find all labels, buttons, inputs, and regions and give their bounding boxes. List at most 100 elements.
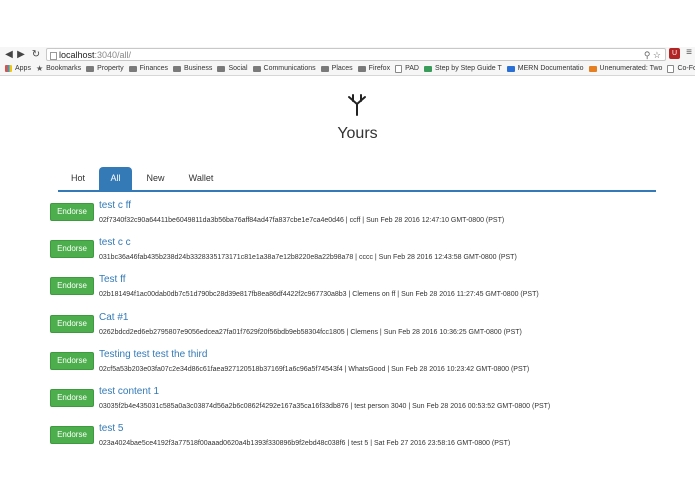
mern-icon	[506, 65, 515, 72]
bookmark-label: Firefox	[368, 65, 391, 72]
post-title-link[interactable]: Testing test test the third	[99, 349, 207, 360]
bookmark-label: Communications	[263, 65, 316, 72]
post-item: Endorse test content 1 03035f2b4e435031c58…	[50, 386, 670, 423]
bookmark-item[interactable]: Business	[173, 65, 212, 72]
bookmark-item[interactable]: Firefox	[357, 65, 391, 72]
post-date: Sun Feb 28 2016 12:47:10 GMT-0800 (PST)	[366, 217, 505, 224]
bookmark-label: Business	[184, 65, 213, 72]
post-author: WhatsGood	[348, 365, 386, 373]
tab-wallet[interactable]: Wallet	[182, 167, 220, 190]
bookmark-label: Places	[331, 65, 353, 72]
folder-icon	[217, 65, 226, 72]
post-author: cccc	[358, 254, 373, 262]
window-top-area	[0, 0, 695, 45]
endorse-button[interactable]: Endorse	[50, 314, 94, 333]
folder-icon	[173, 65, 182, 72]
post-date: Sat Feb 27 2016 23:58:16 GMT-0800 (PST)	[373, 440, 511, 446]
endorse-button[interactable]: Endorse	[50, 426, 94, 445]
page-title: Yours	[337, 125, 378, 142]
folder-icon	[128, 65, 137, 72]
bookmarks-bar: Apps ★ Bookmarks Property Finances Business So…	[0, 62, 695, 76]
folder-icon	[357, 65, 366, 72]
bookmark-item[interactable]: Unenumerated: Two	[588, 65, 663, 72]
post-hash: 0262bdcd2ed6eb2795807e9056edcea27fa01f76…	[99, 328, 345, 336]
bookmark-item[interactable]: Step by Step Guide T	[423, 65, 502, 72]
post-date: Sun Feb 28 2016 12:43:58 GMT-0800 (PST)	[378, 254, 517, 262]
bookmark-label: Property	[97, 65, 124, 72]
tab-hot[interactable]: Hot	[63, 167, 93, 190]
bookmark-item[interactable]: PAD	[395, 64, 419, 73]
tab-all[interactable]: All	[99, 167, 132, 190]
post-meta: 03035f2b4e435031c585a0a3c03874d56a2b6c08…	[99, 403, 551, 410]
post-date: Sun Feb 28 2016 10:23:42 GMT-0800 (PST)	[391, 365, 530, 373]
post-item: Endorse test 5 023a4024bae5ce4192f3a77518f…	[50, 423, 670, 446]
bookmark-item[interactable]: ★ Bookmarks	[36, 64, 81, 73]
post-item: Endorse Testing test test the third 02cf5a…	[50, 349, 670, 386]
bookmark-label: Co-Founder Equity C	[677, 65, 695, 72]
post-meta: 031bc36a46fab435b238d24b3328335173171c81…	[99, 254, 517, 262]
post-hash: 02cf5a53b203e03fa07c2e34d86c61faea927120…	[99, 365, 343, 373]
post-author: Clemens on ff	[352, 291, 396, 299]
bookmark-item[interactable]: Co-Founder Equity C	[667, 64, 695, 73]
menu-icon[interactable]: ≡	[686, 47, 692, 58]
reload-icon[interactable]: ↻	[29, 49, 43, 60]
post-item: Endorse test c c 031bc36a46fab435b238d24b3…	[50, 237, 670, 274]
endorse-button[interactable]: Endorse	[50, 389, 94, 407]
bookmark-label: Social	[228, 65, 248, 72]
endorse-button[interactable]: Endorse	[50, 277, 94, 296]
logo-icon	[348, 94, 366, 116]
bookmark-item[interactable]: Property	[86, 65, 124, 72]
blogger-icon	[588, 65, 597, 72]
post-hash: 02f7340f32c90a64411be6049811da3b56ba76af…	[99, 217, 344, 224]
bookmark-label: Finances	[139, 65, 169, 72]
guide-icon	[423, 65, 432, 72]
folder-icon	[252, 65, 261, 72]
url-path: :3040/all/	[94, 50, 132, 60]
zoom-icon[interactable]: ⚲	[644, 50, 651, 60]
browser-toolbar: ◀ ▶ ↻ localhost:3040/all/ ⚲ ☆	[0, 47, 695, 62]
star-icon: ★	[35, 64, 44, 73]
bookmark-label: Bookmarks	[46, 65, 82, 72]
bookmark-label: PAD	[405, 65, 419, 72]
post-title-link[interactable]: test c ff	[99, 200, 131, 211]
post-title-link[interactable]: test c c	[99, 237, 131, 248]
bookmark-item[interactable]: Communications	[252, 65, 316, 72]
post-meta: 02f7340f32c90a64411be6049811da3b56ba76af…	[99, 217, 505, 224]
bookmark-item[interactable]: MERN Documentatio	[506, 65, 584, 72]
post-date: Sun Feb 28 2016 00:53:52 GMT-0800 (PST)	[412, 403, 551, 410]
tab-new[interactable]: New	[139, 167, 172, 190]
bookmark-label: Unenumerated: Two	[599, 65, 663, 72]
doc-icon	[395, 64, 403, 73]
post-author: test 5	[351, 440, 369, 446]
bookmark-item[interactable]: Social	[217, 65, 248, 72]
folder-icon	[86, 65, 95, 72]
post-title-link[interactable]: test content 1	[99, 386, 159, 397]
endorse-button[interactable]: Endorse	[50, 351, 94, 370]
post-date: Sun Feb 28 2016 11:27:45 GMT-0800 (PST)	[401, 291, 539, 299]
page-icon	[50, 52, 57, 60]
post-title-link[interactable]: Test ff	[99, 274, 126, 285]
post-hash: 023a4024bae5ce4192f3a77518f00aaad0620a4b…	[99, 440, 346, 446]
bookmark-item[interactable]: Apps	[5, 65, 31, 72]
bookmark-item[interactable]: Places	[320, 65, 353, 72]
forward-arrow-icon[interactable]: ▶	[14, 49, 28, 60]
post-list: Endorse test c ff 02f7340f32c90a64411be604…	[50, 200, 670, 446]
apps-icon	[5, 65, 12, 72]
post-title-link[interactable]: test 5	[99, 423, 123, 434]
bookmark-label: Apps	[15, 65, 31, 72]
bookmark-star-icon[interactable]: ☆	[653, 50, 661, 60]
post-meta: 023a4024bae5ce4192f3a77518f00aaad0620a4b…	[99, 440, 511, 446]
endorse-button[interactable]: Endorse	[50, 240, 94, 259]
endorse-button[interactable]: Endorse	[50, 203, 94, 221]
post-item: Endorse Cat #1 0262bdcd2ed6eb2795807e9056e…	[50, 312, 670, 349]
extension-shield-icon[interactable]: U	[669, 48, 680, 59]
post-author: Clemens	[350, 328, 378, 336]
post-hash: 03035f2b4e435031c585a0a3c03874d56a2b6c08…	[99, 403, 349, 410]
address-bar[interactable]: localhost:3040/all/ ⚲ ☆	[46, 48, 666, 61]
post-date: Sun Feb 28 2016 10:36:25 GMT-0800 (PST)	[383, 328, 522, 336]
post-meta: 02b181494f1ac00dab0db7c51d790bc28d39e817…	[99, 291, 539, 299]
post-author: ccff	[349, 217, 361, 224]
bookmark-item[interactable]: Finances	[128, 65, 169, 72]
post-item: Endorse test c ff 02f7340f32c90a64411be604…	[50, 200, 670, 237]
post-title-link[interactable]: Cat #1	[99, 312, 128, 323]
